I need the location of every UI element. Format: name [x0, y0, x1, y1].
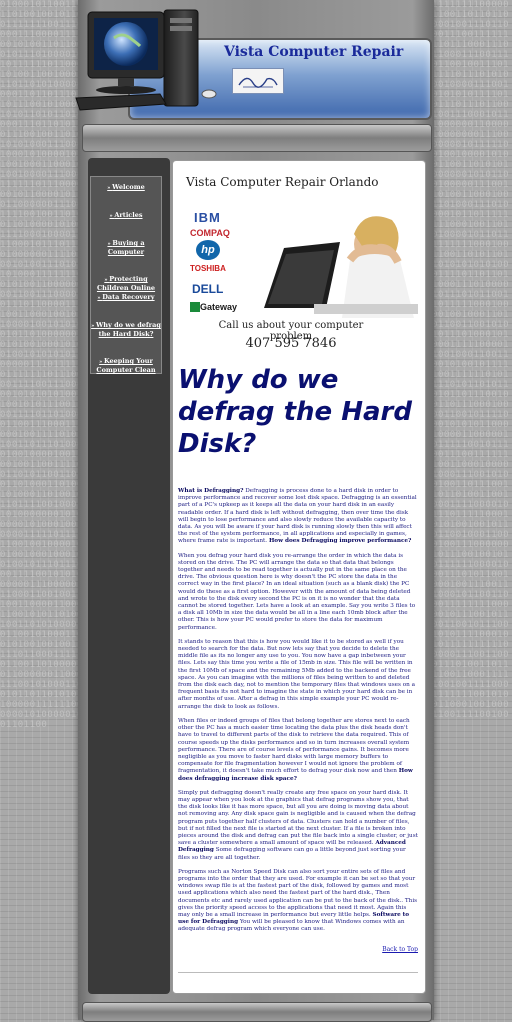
nav-welcome[interactable]: Welcome [91, 183, 161, 192]
nav-menu: Welcome Articles Buying a Computer Prote… [90, 176, 162, 374]
frustrated-woman-photo [254, 204, 418, 318]
nav-keeping-computer-clean[interactable]: Keeping Your Computer Clean [91, 357, 161, 374]
ad-title: Vista Computer Repair Orlando [186, 175, 379, 189]
paragraph-disk-space: Simply put defragging doesn't really cre… [178, 789, 418, 861]
nav-data-recovery[interactable]: Data Recovery [91, 293, 161, 302]
site-logo[interactable] [232, 68, 284, 94]
brand-compaq: COMPAQ [190, 228, 230, 238]
computer-illustration [75, 9, 217, 111]
brand-gateway: Gateway [200, 302, 238, 312]
ad-phone[interactable]: 407 595 7846 [196, 336, 386, 351]
subheading-improve-performance: How does Defragging improve performance? [268, 538, 412, 545]
paragraph-example: It stands to reason that this is how you… [178, 638, 416, 710]
subheading-what-is-defragging: What is Defragging? [178, 488, 244, 494]
gateway-logo-icon [190, 302, 200, 312]
header-divider-bar [82, 124, 432, 152]
nav-protecting-children-online[interactable]: Protecting Children Online [91, 275, 161, 292]
paragraph-rearrange: When you defrag your hard disk you re-ar… [178, 552, 416, 631]
page-title: Why do we defrag the Hard Disk? [178, 365, 412, 459]
nav-buying-a-computer[interactable]: Buying a Computer [91, 239, 161, 256]
brand-toshiba: TOSHIBA [190, 264, 226, 273]
paragraph-norton: Programs such as Norton Speed Disk can a… [178, 868, 418, 933]
content-divider [178, 972, 418, 973]
brand-dell: DELL [192, 282, 224, 296]
nav-articles[interactable]: Articles [91, 211, 161, 220]
brand-ibm: IBM [194, 210, 221, 225]
paragraph-what-is-defragging: What is Defragging? Defragging is proces… [178, 488, 417, 545]
back-to-top-link[interactable]: Back to Top [372, 946, 418, 953]
paragraph-performance: When files or indeed groups of files tha… [178, 717, 413, 782]
site-title: Vista Computer Repair [224, 44, 404, 60]
footer-bar [82, 1002, 432, 1022]
signature-logo-icon [238, 77, 278, 88]
brand-hp: hp [196, 240, 220, 260]
article-body: What is Defragging? Defragging is proces… [178, 488, 418, 941]
nav-defrag[interactable]: Why do we defrag the Hard Disk? [91, 321, 161, 338]
